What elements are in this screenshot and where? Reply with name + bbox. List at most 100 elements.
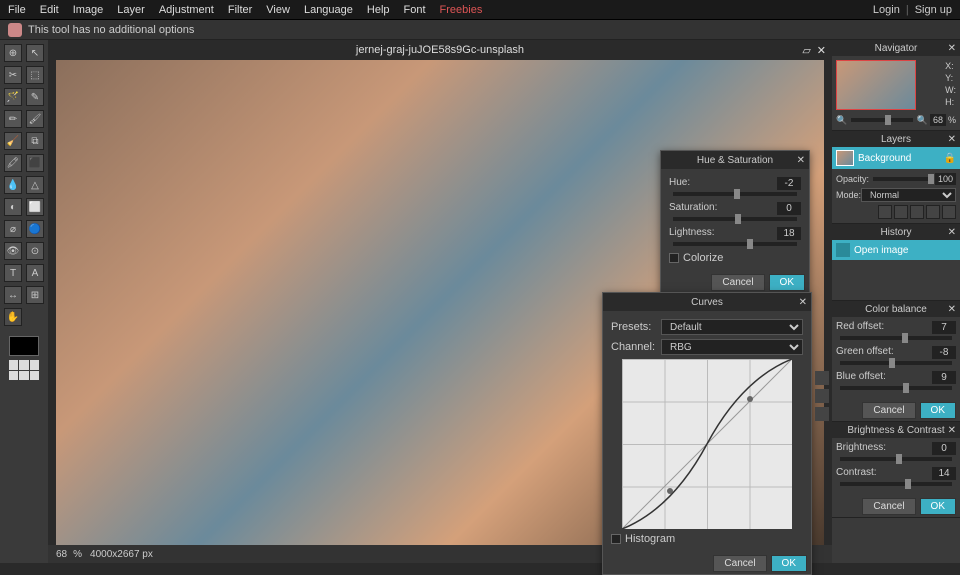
zoom-out-icon[interactable]: 🔍 xyxy=(836,115,847,126)
tool-blur[interactable]: 💧 xyxy=(4,176,22,194)
cancel-button[interactable]: Cancel xyxy=(862,498,915,515)
tool-crop[interactable]: ⊕ xyxy=(4,44,22,62)
light-slider[interactable] xyxy=(673,242,797,246)
menu-freebies[interactable]: Freebies xyxy=(440,4,483,16)
duplicate-layer-icon[interactable] xyxy=(894,205,908,219)
curves-graph[interactable] xyxy=(622,359,792,529)
tool-sponge[interactable]: ⬜ xyxy=(26,198,44,216)
tool-sharpen[interactable]: △ xyxy=(26,176,44,194)
close-icon[interactable]: ✕ xyxy=(799,297,807,308)
tool-brush[interactable]: ✏ xyxy=(4,110,22,128)
tool-gradient[interactable]: ⬛ xyxy=(26,154,44,172)
zoom-slider[interactable] xyxy=(851,118,913,122)
red-slider[interactable] xyxy=(840,336,952,340)
canvas-titlebar: jernej-graj-juJOE58s9Gc-unsplash ▱ ✕ xyxy=(48,40,832,60)
tool-wand[interactable]: 🪄 xyxy=(4,88,22,106)
tool-dodge[interactable]: ◐ xyxy=(4,198,22,216)
tool-smudge[interactable]: ⌀ xyxy=(4,220,22,238)
ok-button[interactable]: OK xyxy=(920,402,956,419)
close-icon[interactable]: ✕ xyxy=(817,44,826,57)
menu-edit[interactable]: Edit xyxy=(40,4,59,16)
opacity-slider[interactable] xyxy=(873,177,931,181)
cancel-button[interactable]: Cancel xyxy=(713,555,766,572)
curve-point-icon[interactable] xyxy=(815,389,829,403)
ok-button[interactable]: OK xyxy=(771,555,807,572)
menu-layer[interactable]: Layer xyxy=(117,4,145,16)
layer-down-icon[interactable] xyxy=(926,205,940,219)
minimize-icon[interactable]: ▱ xyxy=(802,44,810,57)
new-layer-icon[interactable] xyxy=(878,205,892,219)
sat-slider[interactable] xyxy=(673,217,797,221)
hue-label: Hue: xyxy=(669,177,690,190)
histogram-checkbox[interactable] xyxy=(611,534,621,544)
brightness-panel: Brightness & Contrast✕ Brightness:0 Cont… xyxy=(832,422,960,518)
history-item[interactable]: Open image xyxy=(832,240,960,260)
green-slider[interactable] xyxy=(840,361,952,365)
brightness-title: Brightness & Contrast xyxy=(847,425,944,436)
blue-slider[interactable] xyxy=(840,386,952,390)
green-value: -8 xyxy=(932,346,956,359)
brightness-slider[interactable] xyxy=(840,457,952,461)
zoom-in-icon[interactable]: 🔍 xyxy=(917,115,928,126)
tool-hand[interactable]: ✋ xyxy=(4,308,22,326)
huesat-dialog: Hue & Saturation✕ Hue:-2 Saturation:0 Li… xyxy=(660,150,810,294)
layer-row[interactable]: Background 🔒 xyxy=(832,147,960,169)
navigator-coords: X:Y:W:H: xyxy=(945,60,956,108)
menu-adjustment[interactable]: Adjustment xyxy=(159,4,214,16)
close-icon[interactable]: ✕ xyxy=(948,304,956,315)
channel-select[interactable]: RBG xyxy=(661,339,803,355)
close-icon[interactable]: ✕ xyxy=(948,43,956,54)
lock-icon[interactable]: 🔒 xyxy=(944,153,956,164)
tool-heal[interactable]: 🔵 xyxy=(26,220,44,238)
ok-button[interactable]: OK xyxy=(769,274,805,291)
presets-select[interactable]: Default xyxy=(661,319,803,335)
sat-label: Saturation: xyxy=(669,202,717,215)
hue-value: -2 xyxy=(777,177,801,190)
tool-fill[interactable]: 🖍 xyxy=(4,154,22,172)
menu-image[interactable]: Image xyxy=(73,4,104,16)
swatch-grid[interactable] xyxy=(9,360,39,380)
tool-move[interactable]: ↖ xyxy=(26,44,44,62)
tool-paint[interactable]: 🖌 xyxy=(26,110,44,128)
contrast-slider[interactable] xyxy=(840,482,952,486)
blend-mode-select[interactable]: Normal xyxy=(861,188,956,202)
layer-up-icon[interactable] xyxy=(910,205,924,219)
menu-help[interactable]: Help xyxy=(367,4,390,16)
tool-eraser[interactable]: 🧹 xyxy=(4,132,22,150)
tool-eyedropper[interactable]: ⊙ xyxy=(26,242,44,260)
huesat-title: Hue & Saturation xyxy=(697,155,773,166)
delete-layer-icon[interactable] xyxy=(942,205,956,219)
ok-button[interactable]: OK xyxy=(920,498,956,515)
curve-reset-icon[interactable] xyxy=(815,407,829,421)
open-image-icon xyxy=(836,243,850,257)
menu-font[interactable]: Font xyxy=(404,4,426,16)
layer-thumbnail xyxy=(836,150,854,166)
close-icon[interactable]: ✕ xyxy=(948,425,956,436)
tool-transform[interactable]: ↔ xyxy=(4,286,22,304)
close-icon[interactable]: ✕ xyxy=(797,155,805,166)
hue-slider[interactable] xyxy=(673,192,797,196)
tool-grid[interactable]: ⊞ xyxy=(26,286,44,304)
menu-view[interactable]: View xyxy=(266,4,290,16)
tool-redeye[interactable]: 👁 xyxy=(4,242,22,260)
tool-clone[interactable]: ⧉ xyxy=(26,132,44,150)
navigator-thumbnail[interactable] xyxy=(836,60,916,110)
cancel-button[interactable]: Cancel xyxy=(711,274,764,291)
tool-text[interactable]: T xyxy=(4,264,22,282)
foreground-color[interactable] xyxy=(9,336,39,356)
colorize-checkbox[interactable] xyxy=(669,253,679,263)
curve-pencil-icon[interactable] xyxy=(815,371,829,385)
tool-marquee[interactable]: ⬚ xyxy=(26,66,44,84)
light-label: Lightness: xyxy=(669,227,715,240)
menu-language[interactable]: Language xyxy=(304,4,353,16)
login-link[interactable]: Login xyxy=(873,4,900,16)
close-icon[interactable]: ✕ xyxy=(948,134,956,145)
tool-pencil[interactable]: ✎ xyxy=(26,88,44,106)
close-icon[interactable]: ✕ xyxy=(948,227,956,238)
tool-lasso[interactable]: ✂ xyxy=(4,66,22,84)
menu-file[interactable]: File xyxy=(8,4,26,16)
signup-link[interactable]: Sign up xyxy=(915,4,952,16)
tool-shape[interactable]: A xyxy=(26,264,44,282)
menu-filter[interactable]: Filter xyxy=(228,4,252,16)
cancel-button[interactable]: Cancel xyxy=(862,402,915,419)
